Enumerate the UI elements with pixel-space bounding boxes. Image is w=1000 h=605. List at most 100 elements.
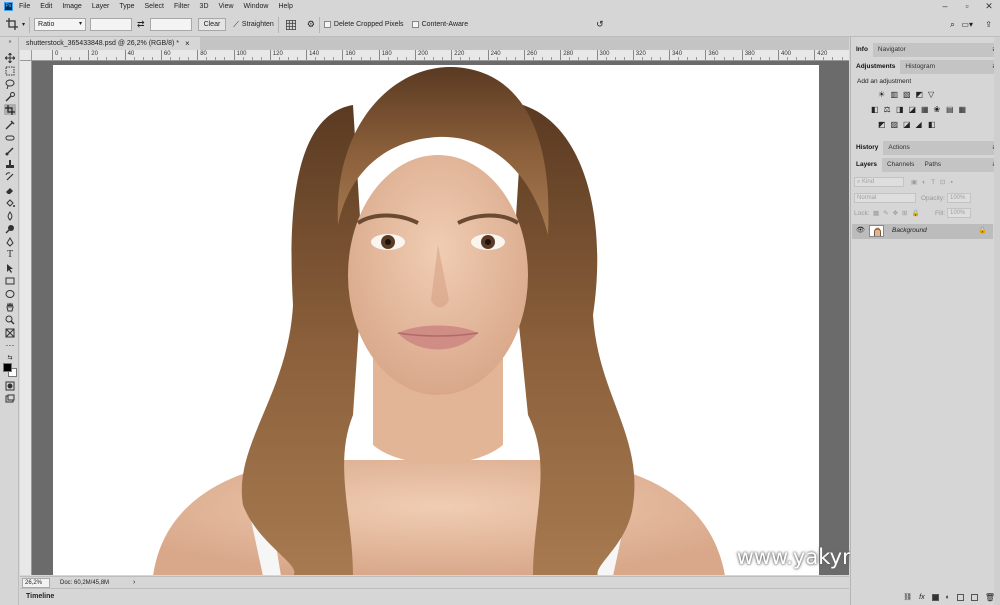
checkbox-box[interactable] <box>411 21 419 28</box>
adjustment-type-icon[interactable]: ❀ <box>934 106 942 114</box>
tab-adjustments[interactable]: Adjustments <box>851 60 901 74</box>
adjustment-type-icon[interactable]: ⚖ <box>884 106 892 114</box>
menu-image[interactable]: Image <box>62 3 81 10</box>
tab-actions[interactable]: Actions <box>883 141 914 155</box>
screen-mode-icon[interactable] <box>4 393 16 404</box>
visibility-eye-icon[interactable]: 👁 <box>856 226 865 234</box>
adjustment-type-icon[interactable]: ▦ <box>921 106 929 114</box>
eraser-tool-icon[interactable] <box>4 184 16 195</box>
menu-window[interactable]: Window <box>244 3 269 10</box>
vertical-ruler[interactable] <box>20 61 32 575</box>
gear-icon[interactable]: ⚙ <box>307 19 315 30</box>
document-image[interactable] <box>53 65 819 575</box>
layer-row-background[interactable]: 👁 Background 🔒 <box>852 224 993 239</box>
tab-histogram[interactable]: Histogram <box>900 60 940 74</box>
swap-icon[interactable]: ⇄ <box>137 19 145 30</box>
tab-paths[interactable]: Paths <box>919 158 946 172</box>
lock-icon[interactable]: 🔒 <box>978 226 987 234</box>
clear-button[interactable]: Clear <box>197 18 227 31</box>
close-icon[interactable]: × <box>185 39 190 48</box>
tab-info[interactable]: Info <box>851 43 873 57</box>
type-tool-icon[interactable]: T <box>4 249 16 260</box>
document-tab[interactable]: shutterstock_365433848.psd @ 26,2% (RGB/… <box>20 37 200 50</box>
adjustment-type-icon[interactable]: ▽ <box>928 91 936 99</box>
zoom-level-field[interactable]: 26,2% <box>22 577 50 588</box>
lasso-tool-icon[interactable] <box>4 78 16 89</box>
crop-width-input[interactable] <box>90 18 133 31</box>
straighten-label[interactable]: Straighten <box>242 21 274 28</box>
minimize-icon[interactable]: – <box>934 0 956 13</box>
quick-selection-tool-icon[interactable] <box>4 91 16 102</box>
adjustment-type-icon[interactable]: ◧ <box>928 121 936 129</box>
healing-brush-tool-icon[interactable] <box>4 132 16 143</box>
menu-3d[interactable]: 3D <box>200 3 209 10</box>
adjustment-type-icon[interactable]: ◪ <box>909 106 917 114</box>
undo-icon[interactable]: ↺ <box>596 19 604 30</box>
search-icon[interactable]: ⌕ <box>950 19 955 30</box>
frame-tool-icon[interactable] <box>4 327 16 338</box>
foreground-color-swatch[interactable] <box>3 363 12 372</box>
horizontal-ruler[interactable]: 0 20 40 60 80 100 120 140 160 180 200 220 240 260 280 3… <box>32 50 849 61</box>
fx-icon[interactable]: fx <box>919 594 924 601</box>
adjustment-type-icon[interactable]: ▧ <box>903 91 911 99</box>
status-menu-arrow-icon[interactable]: › <box>133 579 135 586</box>
history-brush-tool-icon[interactable] <box>4 171 16 182</box>
tab-channels[interactable]: Channels <box>882 158 919 172</box>
opacity-field[interactable]: 100% <box>947 193 971 203</box>
share-icon[interactable]: ⇪ <box>985 20 992 29</box>
menu-select[interactable]: Select <box>145 3 164 10</box>
ratio-select[interactable]: Ratio ▾ <box>34 18 87 31</box>
new-layer-icon[interactable] <box>970 593 978 601</box>
adjustment-type-icon[interactable]: ▦ <box>959 106 967 114</box>
adjustment-type-icon[interactable]: ◧ <box>871 106 879 114</box>
move-tool-icon[interactable] <box>4 52 16 63</box>
timeline-panel-tab[interactable]: Timeline <box>20 588 849 605</box>
fill-field[interactable]: 100% <box>947 208 971 218</box>
swap-colors-icon[interactable]: ⇆ <box>4 353 16 361</box>
path-selection-tool-icon[interactable] <box>4 262 16 273</box>
marquee-tool-icon[interactable] <box>4 65 16 76</box>
blur-tool-icon[interactable] <box>4 210 16 221</box>
menu-view[interactable]: View <box>219 3 234 10</box>
crop-icon[interactable] <box>6 17 20 32</box>
tab-history[interactable]: History <box>851 141 884 155</box>
blend-mode-select[interactable]: Normal <box>854 193 916 203</box>
canvas-area[interactable] <box>32 61 849 575</box>
panel-collapse-icon[interactable]: » <box>4 39 16 45</box>
adjustment-type-icon[interactable]: ◪ <box>903 121 911 129</box>
menu-file[interactable]: File <box>19 3 30 10</box>
checkbox-box[interactable] <box>323 21 331 28</box>
document-size-info[interactable]: Doc: 60,2M/45,8M <box>60 580 109 586</box>
hand-tool-icon[interactable] <box>4 301 16 312</box>
paint-bucket-tool-icon[interactable] <box>4 197 16 208</box>
maximize-icon[interactable]: ▫ <box>956 0 978 13</box>
add-mask-icon[interactable] <box>931 593 939 601</box>
lock-icons[interactable]: ▩✎✥⊞🔒 <box>873 209 924 217</box>
layer-filter-icons[interactable]: ▣◐T⊡▪ <box>911 178 958 186</box>
menu-type[interactable]: Type <box>119 3 134 10</box>
tab-navigator[interactable]: Navigator <box>873 43 911 57</box>
adjustment-type-icon[interactable]: ▤ <box>946 106 954 114</box>
new-group-icon[interactable] <box>956 593 964 601</box>
layer-filter-kind[interactable]: ⌕ Kind <box>854 177 904 187</box>
link-layers-icon[interactable]: ⛓ <box>903 593 912 601</box>
quick-mask-icon[interactable] <box>4 380 16 391</box>
delete-cropped-pixels-checkbox[interactable]: Delete Cropped Pixels <box>323 21 404 28</box>
adjustment-type-icon[interactable]: ◩ <box>916 91 924 99</box>
clone-stamp-tool-icon[interactable] <box>4 158 16 169</box>
pen-tool-icon[interactable] <box>4 236 16 247</box>
eyedropper-tool-icon[interactable] <box>4 119 16 130</box>
workspace-icon[interactable]: ▭▾ <box>961 20 973 29</box>
adjustment-type-icon[interactable]: ▨ <box>891 121 899 129</box>
grid-overlay-icon[interactable] <box>285 19 296 30</box>
more-tools-icon[interactable]: ··· <box>4 340 16 351</box>
straighten-icon[interactable]: ⟋ <box>233 20 239 30</box>
menu-edit[interactable]: Edit <box>40 3 52 10</box>
crop-tool-icon[interactable] <box>4 104 16 115</box>
adjustment-layer-icon[interactable]: ◐ <box>946 594 950 601</box>
adjustment-type-icon[interactable]: ☀ <box>878 91 886 99</box>
layer-name[interactable]: Background <box>892 227 927 234</box>
adjustment-type-icon[interactable]: ▥ <box>891 91 899 99</box>
rectangle-tool-icon[interactable] <box>4 275 16 286</box>
content-aware-checkbox[interactable]: Content-Aware <box>411 21 468 28</box>
